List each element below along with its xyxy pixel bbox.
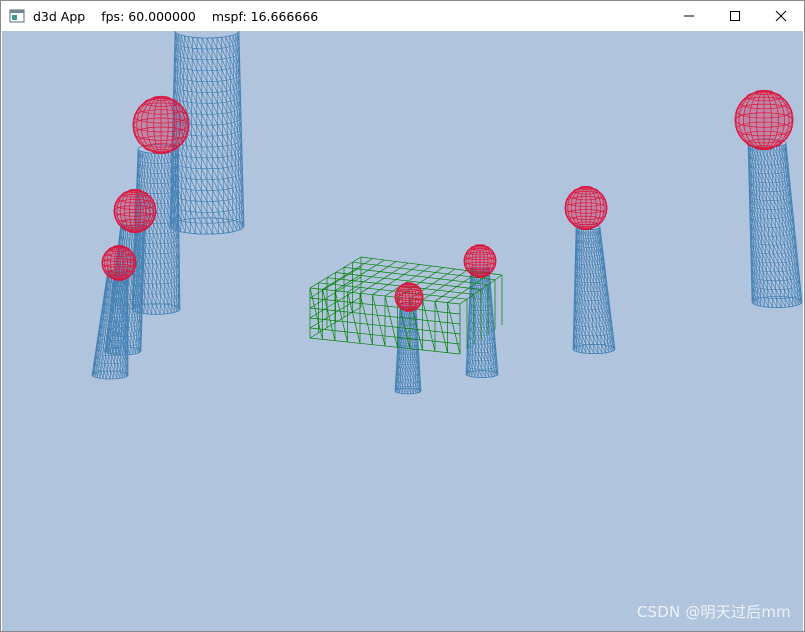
sphere-left-1-fill bbox=[132, 96, 190, 154]
title-bar[interactable]: d3d App fps: 60.000000 mspf: 16.666666 bbox=[1, 1, 804, 31]
maximize-button[interactable] bbox=[712, 1, 758, 31]
sphere-far-right bbox=[734, 89, 794, 151]
app-window: d3d App fps: 60.000000 mspf: 16.666666 C… bbox=[0, 0, 805, 632]
fps-readout: fps: 60.000000 bbox=[101, 8, 196, 24]
minimize-icon bbox=[684, 15, 694, 17]
close-icon bbox=[775, 10, 787, 22]
cylinder-right-mesh bbox=[572, 226, 616, 354]
sphere-center-fill bbox=[394, 282, 424, 312]
sphere-right bbox=[564, 186, 608, 230]
cylinder-far-right-mesh bbox=[747, 142, 803, 308]
close-button[interactable] bbox=[758, 1, 804, 31]
window-app-icon bbox=[9, 9, 25, 23]
cylinder-far-right bbox=[747, 138, 803, 308]
window-title: d3d App bbox=[33, 8, 86, 24]
sphere-far-right-fill bbox=[734, 90, 794, 150]
sphere-left-2 bbox=[113, 189, 157, 233]
render-viewport[interactable]: CSDN @明天过后mm bbox=[2, 31, 803, 631]
sphere-left-3-fill bbox=[101, 245, 137, 281]
sphere-center bbox=[394, 282, 424, 312]
sphere-right-fill bbox=[564, 186, 608, 230]
sphere-right-center-fill bbox=[463, 244, 497, 278]
sphere-right-center bbox=[463, 244, 497, 278]
sphere-left-3 bbox=[101, 245, 137, 281]
cylinder-right-center-mesh bbox=[465, 266, 499, 378]
scene-canvas bbox=[91, 31, 803, 395]
mspf-readout: mspf: 16.666666 bbox=[211, 8, 319, 24]
cylinder-right-center bbox=[465, 264, 499, 378]
sphere-left-2-fill bbox=[113, 189, 157, 233]
cylinder-right bbox=[572, 224, 616, 354]
csdn-watermark: CSDN @明天过后mm bbox=[636, 603, 791, 621]
minimize-button[interactable] bbox=[666, 1, 712, 31]
sphere-left-1 bbox=[132, 95, 190, 155]
maximize-icon bbox=[730, 11, 740, 21]
